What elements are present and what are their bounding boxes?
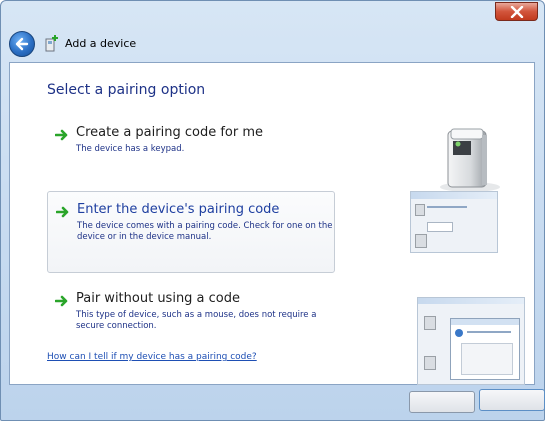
green-arrow-icon — [55, 129, 68, 141]
next-button[interactable] — [409, 391, 475, 413]
option-enter-code[interactable]: Enter the device's pairing code The devi… — [47, 191, 335, 273]
window-title: Add a device — [65, 37, 137, 50]
option-description: The device comes with a pairing code. Ch… — [77, 221, 333, 242]
option-description: The device has a keypad. — [76, 144, 185, 154]
dialog-thumbnail — [410, 191, 498, 253]
title-bar: Add a device — [9, 31, 534, 59]
dialog-window: Add a device Select a pairing option Cre… — [0, 0, 545, 421]
content-panel: Select a pairing option Create a pairing… — [9, 62, 535, 385]
dialog-thumbnail-large — [417, 297, 525, 385]
cancel-button[interactable] — [479, 389, 545, 411]
option-title: Create a pairing code for me — [76, 125, 263, 140]
help-link[interactable]: How can I tell if my device has a pairin… — [47, 352, 257, 362]
option-no-code[interactable]: Pair without using a code This type of d… — [47, 289, 335, 341]
green-arrow-icon — [56, 206, 69, 218]
green-arrow-icon — [55, 295, 68, 307]
footer-bar — [9, 385, 545, 415]
option-title: Pair without using a code — [76, 291, 241, 306]
close-icon — [510, 6, 524, 18]
close-button[interactable] — [495, 2, 538, 21]
add-device-icon — [45, 35, 58, 52]
page-heading: Select a pairing option — [47, 82, 206, 98]
option-title: Enter the device's pairing code — [77, 202, 280, 217]
option-create-code[interactable]: Create a pairing code for me The device … — [47, 123, 335, 163]
back-button[interactable] — [9, 31, 35, 57]
device-icon — [440, 128, 500, 192]
back-arrow-icon — [15, 37, 29, 51]
option-description: This type of device, such as a mouse, do… — [76, 310, 317, 331]
